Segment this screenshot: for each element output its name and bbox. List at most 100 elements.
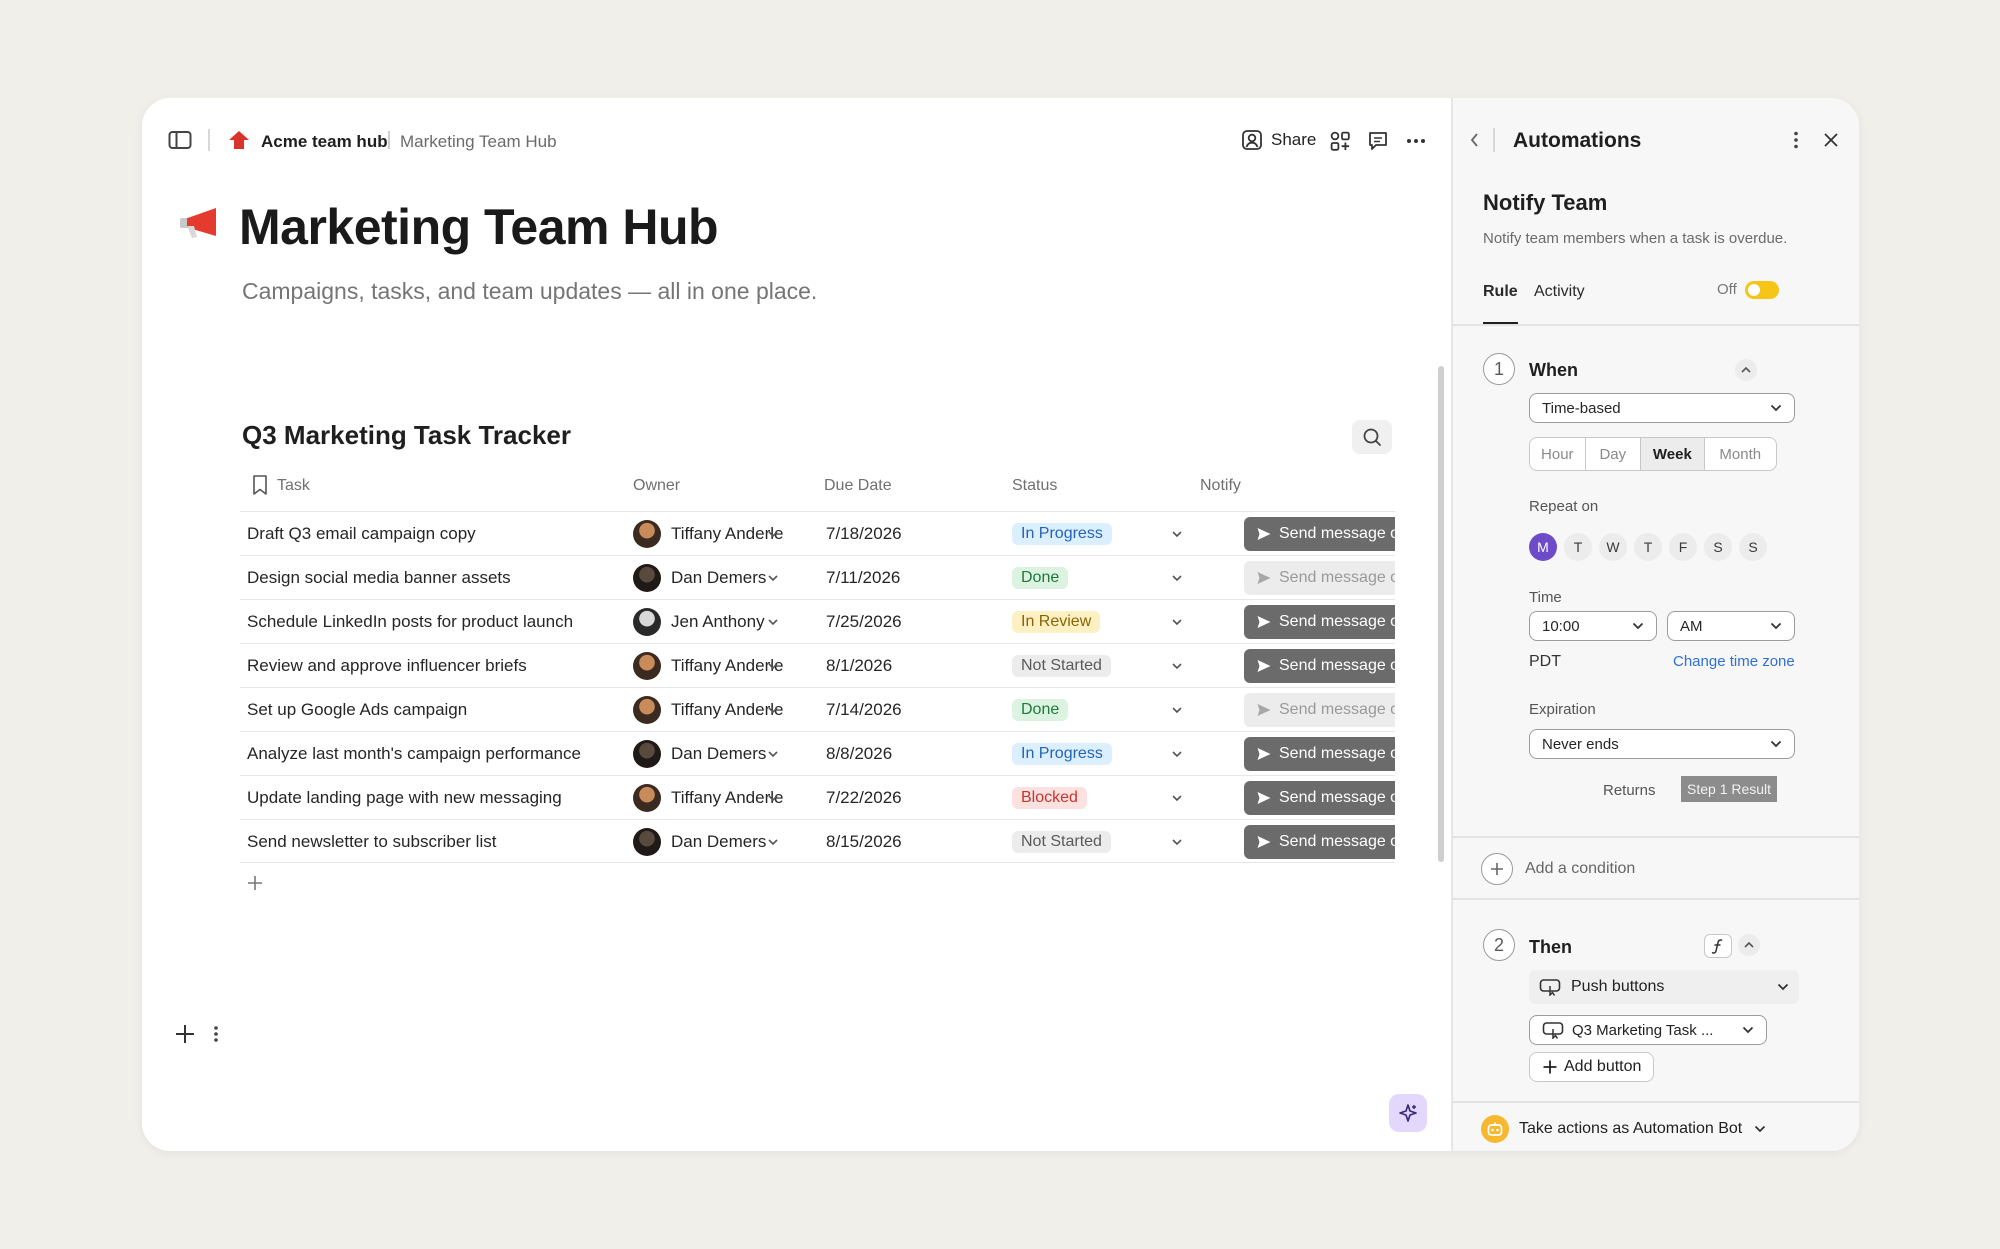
send-message-button[interactable]: Send message or not bbox=[1244, 561, 1395, 595]
task-cell[interactable]: Update landing page with new messaging bbox=[247, 776, 562, 820]
status-cell[interactable]: Not Started bbox=[1012, 820, 1184, 864]
day-friday[interactable]: F bbox=[1669, 533, 1697, 561]
interval-hour[interactable]: Hour bbox=[1530, 438, 1586, 470]
owner-cell[interactable]: Dan Demers bbox=[633, 556, 780, 600]
add-row-icon[interactable] bbox=[246, 874, 264, 892]
breadcrumb-page[interactable]: Marketing Team Hub bbox=[400, 132, 557, 152]
back-chevron-icon[interactable] bbox=[1469, 132, 1481, 148]
status-cell[interactable]: Blocked bbox=[1012, 776, 1184, 820]
status-cell[interactable]: Done bbox=[1012, 556, 1184, 600]
owner-cell[interactable]: Tiffany Anderle bbox=[633, 776, 783, 820]
task-cell[interactable]: Send newsletter to subscriber list bbox=[247, 820, 496, 864]
rule-toggle[interactable] bbox=[1745, 281, 1779, 299]
interval-day[interactable]: Day bbox=[1586, 438, 1642, 470]
target-button-select[interactable]: Q3 Marketing Task ... bbox=[1529, 1015, 1767, 1045]
trigger-select[interactable]: Time-based bbox=[1529, 393, 1795, 423]
owner-cell[interactable]: Tiffany Anderle bbox=[633, 644, 783, 688]
due-date-cell[interactable]: 8/15/2026 bbox=[826, 820, 902, 864]
status-cell[interactable]: In Progress bbox=[1012, 732, 1184, 776]
day-thursday[interactable]: T bbox=[1634, 533, 1662, 561]
table-row[interactable]: Analyze last month's campaign performanc… bbox=[240, 731, 1395, 775]
due-date: 7/11/2026 bbox=[826, 568, 901, 587]
more-options-icon[interactable] bbox=[1405, 132, 1427, 150]
drag-handle-icon[interactable] bbox=[212, 1023, 220, 1045]
table-row[interactable]: Update landing page with new messaging Ti… bbox=[240, 775, 1395, 819]
column-header-status[interactable]: Status bbox=[1012, 477, 1057, 495]
interval-week[interactable]: Week bbox=[1641, 438, 1705, 470]
task-cell[interactable]: Design social media banner assets bbox=[247, 556, 511, 600]
send-message-button[interactable]: Send message or not bbox=[1244, 605, 1395, 639]
panel-more-icon[interactable] bbox=[1793, 130, 1799, 150]
send-message-button[interactable]: Send message or not bbox=[1244, 693, 1395, 727]
task-cell[interactable]: Analyze last month's campaign performanc… bbox=[247, 732, 581, 776]
owner-cell[interactable]: Dan Demers bbox=[633, 732, 780, 776]
column-header-owner[interactable]: Owner bbox=[633, 477, 680, 495]
add-block-icon[interactable] bbox=[174, 1023, 196, 1045]
add-condition-button[interactable]: Add a condition bbox=[1481, 853, 1635, 885]
send-message-button[interactable]: Send message or not bbox=[1244, 737, 1395, 771]
due-date-cell[interactable]: 7/11/2026 bbox=[826, 556, 900, 600]
bot-select[interactable]: Take actions as Automation Bot bbox=[1481, 1115, 1766, 1143]
time-select[interactable]: 10:00 bbox=[1529, 611, 1657, 641]
day-monday[interactable]: M bbox=[1529, 533, 1557, 561]
status-cell[interactable]: In Progress bbox=[1012, 512, 1184, 556]
send-message-button[interactable]: Send message or not bbox=[1244, 649, 1395, 683]
due-date-cell[interactable]: 7/22/2026 bbox=[826, 776, 902, 820]
owner-cell[interactable]: Tiffany Anderle bbox=[633, 688, 783, 732]
due-date-cell[interactable]: 7/14/2026 bbox=[826, 688, 902, 732]
status-cell[interactable]: Not Started bbox=[1012, 644, 1184, 688]
apps-icon[interactable] bbox=[1329, 130, 1351, 152]
task-cell[interactable]: Schedule LinkedIn posts for product laun… bbox=[247, 600, 573, 644]
day-wednesday[interactable]: W bbox=[1599, 533, 1627, 561]
task-cell[interactable]: Review and approve influencer briefs bbox=[247, 644, 527, 688]
returns-chip[interactable]: Step 1 Result bbox=[1681, 776, 1778, 802]
table-row[interactable]: Design social media banner assets Dan Dem… bbox=[240, 555, 1395, 599]
table-row[interactable]: Draft Q3 email campaign copy Tiffany Ande… bbox=[240, 511, 1395, 555]
due-date-cell[interactable]: 8/1/2026 bbox=[826, 644, 892, 688]
table-row[interactable]: Set up Google Ads campaign Tiffany Anderl… bbox=[240, 687, 1395, 731]
expiration-select[interactable]: Never ends bbox=[1529, 729, 1795, 759]
task-cell[interactable]: Set up Google Ads campaign bbox=[247, 688, 467, 732]
ai-sparkle-icon[interactable] bbox=[1389, 1094, 1427, 1132]
day-tuesday[interactable]: T bbox=[1564, 533, 1592, 561]
send-message-button[interactable]: Send message or not bbox=[1244, 825, 1395, 859]
table-row[interactable]: Schedule LinkedIn posts for product laun… bbox=[240, 599, 1395, 643]
comments-icon[interactable] bbox=[1367, 130, 1389, 152]
sidebar-toggle-icon[interactable] bbox=[168, 130, 192, 150]
breadcrumb-doc[interactable]: Acme team hub bbox=[261, 132, 388, 152]
interval-month[interactable]: Month bbox=[1705, 438, 1776, 470]
close-icon[interactable] bbox=[1822, 131, 1840, 149]
ampm-select[interactable]: AM bbox=[1667, 611, 1795, 641]
status-cell[interactable]: Done bbox=[1012, 688, 1184, 732]
column-header-notify[interactable]: Notify bbox=[1200, 477, 1241, 495]
column-header-due-date[interactable]: Due Date bbox=[824, 477, 892, 495]
user-share-icon bbox=[1241, 129, 1263, 151]
send-message-button[interactable]: Send message or not bbox=[1244, 781, 1395, 815]
table-row[interactable]: Review and approve influencer briefs Tiff… bbox=[240, 643, 1395, 687]
action-select[interactable]: Push buttons bbox=[1529, 970, 1799, 1004]
share-button[interactable]: Share bbox=[1241, 129, 1316, 151]
formula-icon[interactable] bbox=[1704, 934, 1732, 958]
status-cell[interactable]: In Review bbox=[1012, 600, 1184, 644]
task-cell[interactable]: Draft Q3 email campaign copy bbox=[247, 512, 476, 556]
scrollbar[interactable] bbox=[1438, 366, 1444, 862]
due-date-cell[interactable]: 8/8/2026 bbox=[826, 732, 892, 776]
day-saturday[interactable]: S bbox=[1704, 533, 1732, 561]
table-row[interactable]: Send newsletter to subscriber list Dan De… bbox=[240, 819, 1395, 863]
table-search-icon[interactable] bbox=[1352, 420, 1392, 454]
column-header-task[interactable]: Task bbox=[277, 477, 310, 495]
owner-cell[interactable]: Jen Anthony bbox=[633, 600, 780, 644]
owner-cell[interactable]: Dan Demers bbox=[633, 820, 780, 864]
add-button-button[interactable]: Add button bbox=[1529, 1052, 1655, 1082]
due-date: 7/25/2026 bbox=[826, 612, 902, 631]
due-date-cell[interactable]: 7/25/2026 bbox=[826, 600, 902, 644]
send-message-button[interactable]: Send message or not bbox=[1244, 517, 1395, 551]
owner-cell[interactable]: Tiffany Anderle bbox=[633, 512, 783, 556]
due-date-cell[interactable]: 7/18/2026 bbox=[826, 512, 902, 556]
tab-activity[interactable]: Activity bbox=[1534, 283, 1585, 301]
collapse-step-1-icon[interactable] bbox=[1735, 359, 1757, 381]
collapse-step-2-icon[interactable] bbox=[1738, 934, 1760, 956]
day-sunday[interactable]: S bbox=[1739, 533, 1767, 561]
tab-rule[interactable]: Rule bbox=[1483, 283, 1518, 301]
change-timezone-link[interactable]: Change time zone bbox=[1673, 653, 1795, 670]
